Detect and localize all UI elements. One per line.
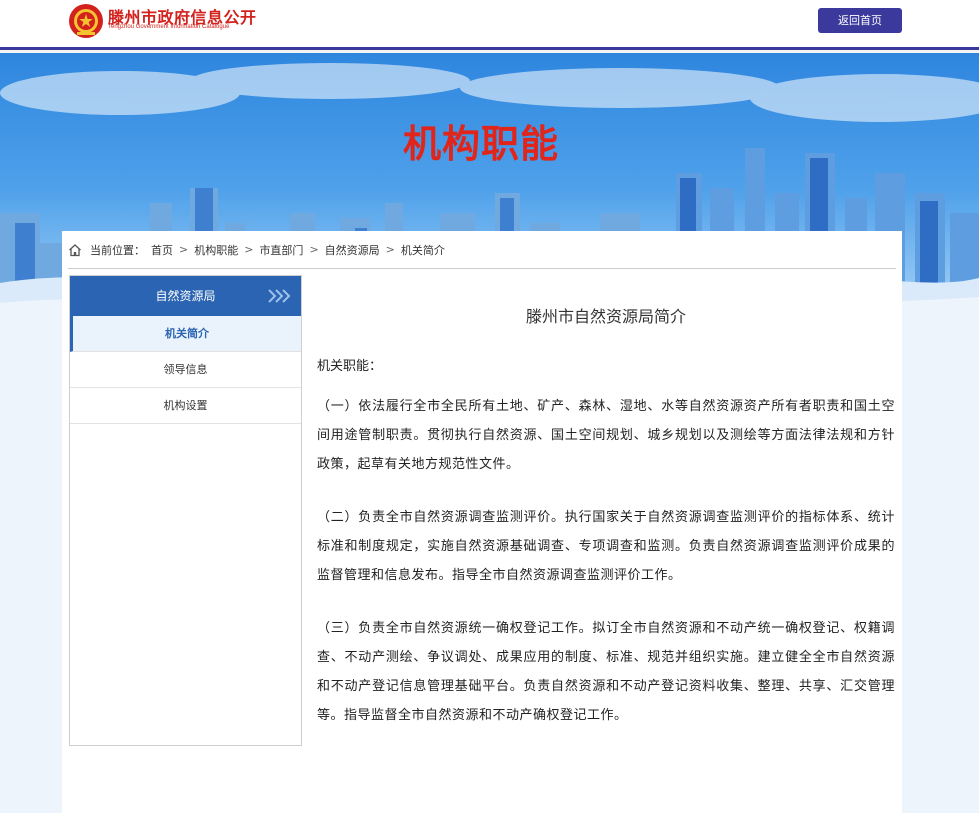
double-chevron-right-icon — [268, 289, 291, 303]
sidebar: 自然资源局 机关简介 领导信息 机构设置 — [69, 275, 302, 746]
article-paragraph: （三）负责全市自然资源统一确权登记工作。拟订全市自然资源和不动产统一确权登记、权… — [317, 621, 895, 723]
breadcrumb-item-departments[interactable]: 市直部门 — [259, 242, 303, 258]
section-label: 机关职能： — [317, 359, 383, 374]
breadcrumb-separator: > — [244, 243, 254, 256]
top-header: 滕州市政府信息公开 Tengzhou Government Informatio… — [0, 0, 979, 50]
breadcrumb-prefix: 当前位置： — [90, 243, 145, 257]
breadcrumb-item-bureau[interactable]: 自然资源局 — [325, 242, 380, 258]
sidebar-title: 自然资源局 — [155, 289, 216, 303]
home-icon[interactable] — [68, 243, 82, 257]
return-home-button[interactable]: 返回首页 — [818, 8, 902, 33]
breadcrumb-separator: > — [179, 243, 189, 256]
breadcrumb-item-current[interactable]: 机关简介 — [401, 242, 445, 258]
sidebar-header: 自然资源局 — [70, 276, 301, 316]
article: 滕州市自然资源局简介 机关职能： （一）依法履行全市全民所有土地、矿产、森林、湿… — [317, 275, 895, 754]
breadcrumb-separator: > — [309, 243, 319, 256]
sidebar-item-intro[interactable]: 机关简介 — [70, 316, 301, 352]
banner-title: 机构职能 — [402, 122, 559, 166]
article-title: 滕州市自然资源局简介 — [525, 307, 686, 326]
sidebar-item-leaders[interactable]: 领导信息 — [70, 352, 301, 388]
sidebar-item-structure[interactable]: 机构设置 — [70, 388, 301, 424]
site-subtitle: Tengzhou Government Information Catalogu… — [108, 24, 230, 30]
breadcrumb-separator: > — [385, 243, 395, 256]
breadcrumb-item-functions[interactable]: 机构职能 — [194, 242, 238, 258]
national-emblem-icon[interactable] — [68, 3, 104, 39]
article-paragraph: （一）依法履行全市全民所有土地、矿产、森林、湿地、水等自然资源资产所有者职责和国… — [317, 399, 895, 472]
breadcrumb-item-home[interactable]: 首页 — [151, 242, 173, 258]
article-paragraph: （二）负责全市自然资源调查监测评价。执行国家关于自然资源调查监测评价的指标体系、… — [317, 510, 895, 583]
breadcrumb: 当前位置： 首页 > 机构职能 > 市直部门 > 自然资源局 > 机关简介 — [68, 231, 896, 269]
content-panel: 当前位置： 首页 > 机构职能 > 市直部门 > 自然资源局 > 机关简介 自然… — [62, 231, 902, 813]
